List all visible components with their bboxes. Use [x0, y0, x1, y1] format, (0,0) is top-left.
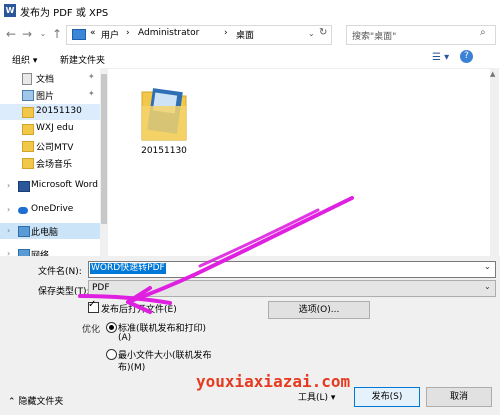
annotation-arrow-overlay [78, 196, 354, 314]
